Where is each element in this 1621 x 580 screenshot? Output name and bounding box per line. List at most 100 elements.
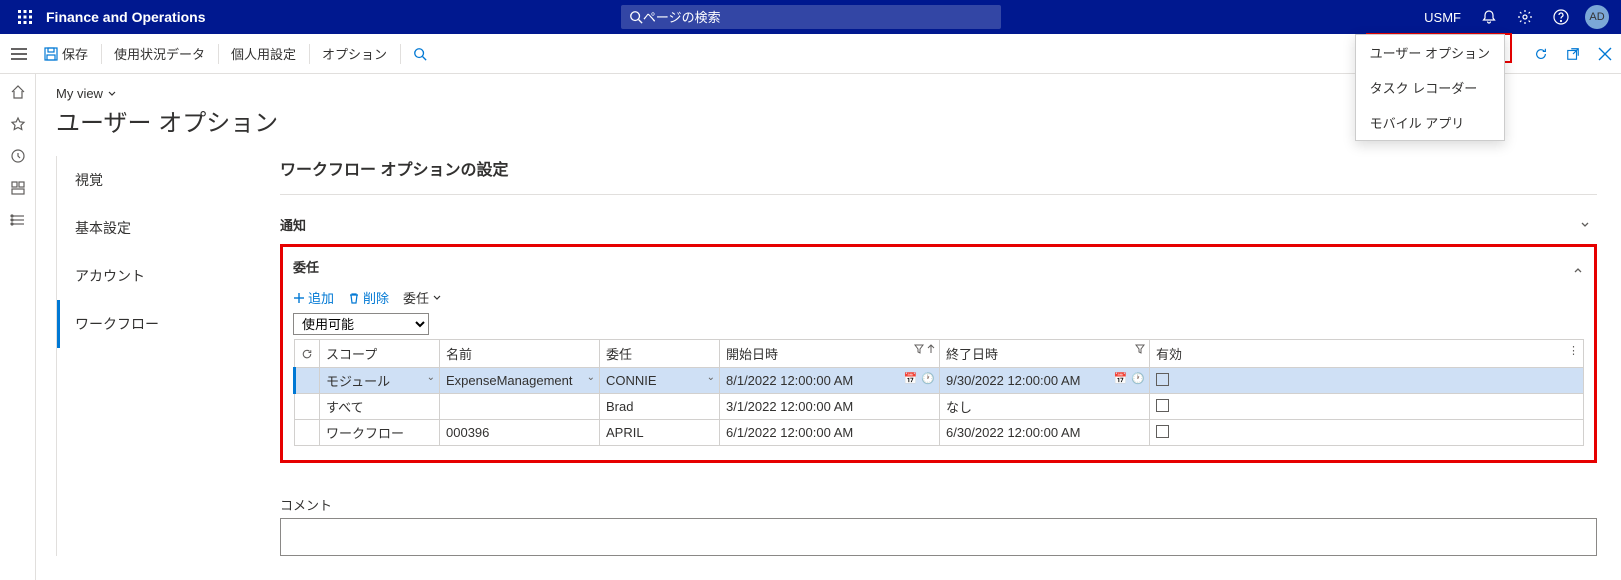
settings-menu-user-options[interactable]: ユーザー オプション <box>1356 35 1504 70</box>
sidenav-item-workflow[interactable]: ワークフロー <box>57 300 256 348</box>
calendar-icon[interactable]: 📅 <box>1114 372 1128 385</box>
row-marker[interactable] <box>295 394 320 420</box>
search-box[interactable] <box>621 5 1001 29</box>
personalize-button[interactable]: 個人用設定 <box>223 40 305 67</box>
checkbox[interactable] <box>1156 425 1169 438</box>
save-label: 保存 <box>62 44 88 63</box>
trash-icon <box>348 292 360 304</box>
search-input[interactable] <box>643 10 993 25</box>
cell-name[interactable] <box>440 394 600 420</box>
filter-select[interactable]: 使用可能 <box>293 313 429 335</box>
table-row[interactable]: すべて Brad3/1/2022 12:00:00 AMなし <box>295 394 1584 420</box>
col-end[interactable]: 終了日時 <box>940 340 1150 368</box>
cell-delegate[interactable]: Brad <box>600 394 720 420</box>
refresh-icon[interactable] <box>1529 42 1553 66</box>
cell-enabled[interactable] <box>1150 420 1584 446</box>
cell-start[interactable]: 3/1/2022 12:00:00 AM <box>720 394 940 420</box>
sidenav-item-account[interactable]: アカウント <box>57 252 256 300</box>
cell-end[interactable]: なし <box>940 394 1150 420</box>
settings-menu-task-recorder[interactable]: タスク レコーダー <box>1356 70 1504 105</box>
cell-start[interactable]: 8/1/2022 12:00:00 AM📅🕐 <box>720 368 940 394</box>
col-start-label: 開始日時 <box>726 347 778 362</box>
topbar: Finance and Operations USMF AD <box>0 0 1621 34</box>
search-icon <box>629 10 643 24</box>
cell-name[interactable]: 000396 <box>440 420 600 446</box>
plus-icon <box>293 292 305 304</box>
checkbox[interactable] <box>1156 399 1169 412</box>
table-row[interactable]: モジュール⌄ExpenseManagement⌄CONNIE⌄8/1/2022 … <box>295 368 1584 394</box>
options-label: オプション <box>322 44 387 63</box>
help-icon[interactable] <box>1545 0 1577 34</box>
save-button[interactable]: 保存 <box>36 40 97 67</box>
table-row[interactable]: ワークフロー000396APRIL6/1/2022 12:00:00 AM6/3… <box>295 420 1584 446</box>
delegation-section-header[interactable]: 委任 <box>293 255 1584 284</box>
cell-enabled[interactable] <box>1150 368 1584 394</box>
settings-menu-mobile-app[interactable]: モバイル アプリ <box>1356 105 1504 140</box>
cell-end[interactable]: 6/30/2022 12:00:00 AM <box>940 420 1150 446</box>
modules-icon[interactable] <box>8 210 28 230</box>
close-icon[interactable] <box>1593 42 1617 66</box>
user-avatar[interactable]: AD <box>1581 0 1613 34</box>
delegation-panel: 委任 追加 削除 委任 <box>280 244 1597 463</box>
col-end-label: 終了日時 <box>946 347 998 362</box>
col-enabled[interactable]: 有効 ⋮ <box>1150 340 1584 368</box>
clock-icon[interactable]: 🕐 <box>921 372 935 385</box>
cell-enabled[interactable] <box>1150 394 1584 420</box>
delete-button[interactable]: 削除 <box>348 288 389 307</box>
delegate-dropdown[interactable]: 委任 <box>403 288 442 307</box>
cell-end[interactable]: 9/30/2022 12:00:00 AM📅🕐 <box>940 368 1150 394</box>
star-icon[interactable] <box>8 114 28 134</box>
col-start[interactable]: 開始日時 <box>720 340 940 368</box>
sidenav-item-visual[interactable]: 視覚 <box>57 156 256 204</box>
col-scope[interactable]: スコープ <box>320 340 440 368</box>
recent-icon[interactable] <box>8 146 28 166</box>
notifications-section[interactable]: 通知 <box>280 209 1597 240</box>
chevron-down-icon <box>432 293 442 303</box>
cell-scope[interactable]: ワークフロー <box>320 420 440 446</box>
cell-name[interactable]: ExpenseManagement⌄ <box>440 368 600 394</box>
hamburger-icon[interactable] <box>4 48 34 60</box>
breadcrumb-view: My view <box>56 86 103 101</box>
chevron-down-icon: ⌄ <box>587 372 595 383</box>
side-nav: 視覚 基本設定 アカウント ワークフロー <box>56 156 256 556</box>
row-marker[interactable] <box>295 420 320 446</box>
cell-delegate[interactable]: CONNIE⌄ <box>600 368 720 394</box>
waffle-icon[interactable] <box>8 10 42 24</box>
app-name: Finance and Operations <box>46 9 205 25</box>
col-delegate[interactable]: 委任 <box>600 340 720 368</box>
checkbox[interactable] <box>1156 373 1169 386</box>
usage-data-button[interactable]: 使用状況データ <box>106 40 214 67</box>
delegation-grid: スコープ 名前 委任 開始日時 <box>293 339 1584 446</box>
filter-icon <box>914 344 924 354</box>
cell-scope[interactable]: すべて <box>320 394 440 420</box>
comment-label: コメント <box>280 495 1597 514</box>
chevron-down-icon: ⌄ <box>707 372 715 383</box>
col-name[interactable]: 名前 <box>440 340 600 368</box>
popout-icon[interactable] <box>1561 42 1585 66</box>
col-enabled-label: 有効 <box>1156 347 1182 362</box>
delegation-label: 委任 <box>293 255 319 284</box>
notifications-label: 通知 <box>280 215 306 234</box>
delegate-label: 委任 <box>403 288 429 307</box>
calendar-icon[interactable]: 📅 <box>904 372 918 385</box>
comment-input[interactable] <box>280 518 1597 556</box>
home-icon[interactable] <box>8 82 28 102</box>
cell-start[interactable]: 6/1/2022 12:00:00 AM <box>720 420 940 446</box>
clock-icon[interactable]: 🕐 <box>1131 372 1145 385</box>
gear-icon[interactable] <box>1509 0 1541 34</box>
row-marker[interactable] <box>295 368 320 394</box>
options-button[interactable]: オプション <box>314 40 396 67</box>
sort-icon <box>927 344 935 354</box>
legal-entity[interactable]: USMF <box>1416 10 1469 25</box>
cell-delegate[interactable]: APRIL <box>600 420 720 446</box>
search-icon <box>413 47 427 61</box>
refresh-column[interactable] <box>295 340 320 368</box>
add-button[interactable]: 追加 <box>293 288 334 307</box>
personalize-label: 個人用設定 <box>231 44 296 63</box>
find-button[interactable] <box>405 43 436 65</box>
workspaces-icon[interactable] <box>8 178 28 198</box>
sidenav-item-preferences[interactable]: 基本設定 <box>57 204 256 252</box>
section-title: ワークフロー オプションの設定 <box>280 156 1597 180</box>
bell-icon[interactable] <box>1473 0 1505 34</box>
cell-scope[interactable]: モジュール⌄ <box>320 368 440 394</box>
